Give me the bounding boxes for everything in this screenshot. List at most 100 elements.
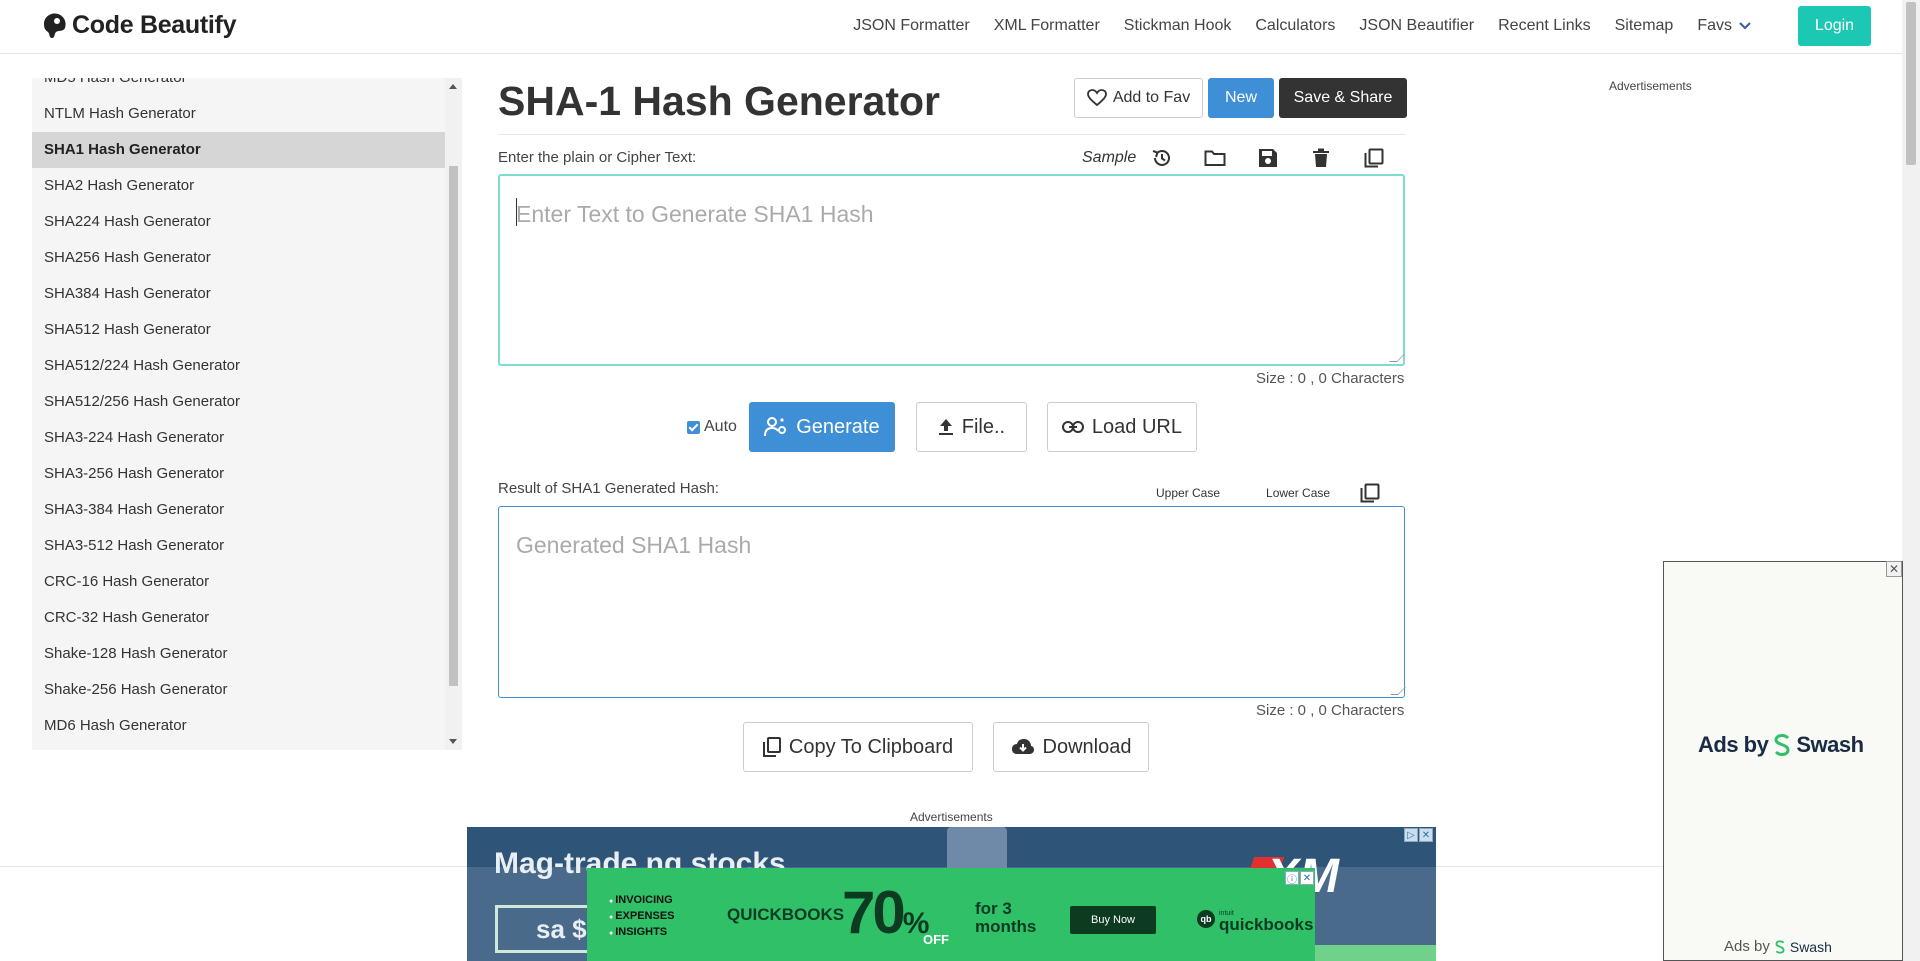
load-url-button[interactable]: Load URL — [1046, 402, 1197, 452]
upper-case-button[interactable]: Upper Case — [1156, 486, 1220, 500]
folder-icon[interactable] — [1203, 146, 1227, 170]
input-textarea[interactable]: Enter Text to Generate SHA1 Hash — [498, 174, 1405, 366]
lower-case-button[interactable]: Lower Case — [1266, 486, 1330, 500]
sidebar-item-sha3-384[interactable]: SHA3-384 Hash Generator — [32, 492, 445, 528]
quickbooks-logo-icon: qb — [1197, 910, 1215, 928]
logo[interactable]: Code Beautify — [40, 10, 236, 40]
generate-label: Generate — [796, 415, 880, 438]
ad-info-icon[interactable]: ⓘ — [1285, 871, 1299, 886]
advertisements-label: Advertisements — [910, 810, 993, 824]
nav-link-xml-formatter[interactable]: XML Formatter — [994, 17, 1100, 35]
copy-icon[interactable] — [1362, 146, 1386, 170]
scroll-down-arrow-icon[interactable] — [449, 739, 457, 744]
swash-ads-by: Ads by — [1724, 938, 1770, 955]
scroll-up-arrow-icon[interactable] — [449, 84, 457, 89]
add-to-fav-button[interactable]: Add to Fav — [1074, 78, 1203, 118]
sidebar-item-sha2[interactable]: SHA2 Hash Generator — [32, 168, 445, 204]
sidebar-item-sha384[interactable]: SHA384 Hash Generator — [32, 276, 445, 312]
output-actions: Copy To Clipboard Download — [743, 722, 1149, 772]
sidebar-item-ntlm[interactable]: NTLM Hash Generator — [32, 96, 445, 132]
nav-link-calculators[interactable]: Calculators — [1255, 17, 1335, 35]
sidebar-item-crc32[interactable]: CRC-32 Hash Generator — [32, 600, 445, 636]
sidebar-item-sha224[interactable]: SHA224 Hash Generator — [32, 204, 445, 240]
sidebar-list: MD5 Hash Generator NTLM Hash Generator S… — [32, 78, 445, 744]
sidebar-scrollbar[interactable] — [445, 78, 462, 750]
quickbooks-logo: qb intuit quickbooks — [1197, 908, 1313, 933]
load-url-label: Load URL — [1091, 415, 1182, 438]
checkbox-checked-icon[interactable] — [687, 420, 700, 434]
copy-result-icon[interactable] — [1360, 483, 1380, 503]
sidebar-item-sha512-256[interactable]: SHA512/256 Hash Generator — [32, 384, 445, 420]
swash-ad-footer: Ads by Swash — [1724, 938, 1832, 955]
sidebar-item-crc16[interactable]: CRC-16 Hash Generator — [32, 564, 445, 600]
page-scrollbar-thumb[interactable] — [1906, 2, 1916, 165]
logo-icon — [44, 13, 66, 38]
sidebar-scrollbar-thumb[interactable] — [449, 166, 458, 686]
ad-bullet: EXPENSES — [609, 909, 674, 925]
sidebar-item-shake256[interactable]: Shake-256 Hash Generator — [32, 672, 445, 708]
new-button[interactable]: New — [1208, 78, 1274, 118]
ad-controls: ▷ ✕ — [1404, 828, 1433, 842]
sidebar-item-sha3-224[interactable]: SHA3-224 Hash Generator — [32, 420, 445, 456]
sidebar-item-sha3-256[interactable]: SHA3-256 Hash Generator — [32, 456, 445, 492]
add-to-fav-label: Add to Fav — [1112, 89, 1191, 106]
trash-icon[interactable] — [1309, 146, 1333, 170]
swash-logo-icon — [1775, 939, 1785, 954]
sidebar-item-sha512[interactable]: SHA512 Hash Generator — [32, 312, 445, 348]
case-toolbar: Upper Case Lower Case — [1156, 483, 1380, 503]
ad-percent-value: 70 — [842, 879, 906, 946]
sidebar-item-md6[interactable]: MD6 Hash Generator — [32, 708, 445, 744]
ad-phone-image — [947, 827, 1007, 873]
generate-button[interactable]: Generate — [748, 402, 895, 452]
chevron-down-icon — [1739, 22, 1751, 30]
swash-brand: Swash — [1796, 732, 1864, 757]
sidebar-item-sha3-512[interactable]: SHA3-512 Hash Generator — [32, 528, 445, 564]
link-icon — [1061, 421, 1084, 433]
login-button[interactable]: Login — [1798, 6, 1871, 46]
ad-close-icon[interactable]: ✕ — [1419, 828, 1433, 842]
sidebar-item-sha1[interactable]: SHA1 Hash Generator — [32, 132, 445, 168]
file-button[interactable]: File.. — [915, 402, 1027, 452]
favs-label: Favs — [1697, 17, 1732, 34]
copy-to-clipboard-button[interactable]: Copy To Clipboard — [743, 722, 973, 772]
download-button[interactable]: Download — [993, 722, 1149, 772]
file-label: File.. — [961, 415, 1006, 438]
swash-ad[interactable]: Ads by Swash Ads by Swash — [1663, 561, 1903, 961]
quickbooks-wordmark: intuit quickbooks — [1219, 908, 1313, 933]
favs-dropdown[interactable]: Favs — [1697, 17, 1752, 35]
input-placeholder: Enter Text to Generate SHA1 Hash — [516, 201, 874, 227]
swash-ad-main: Ads by Swash — [1698, 732, 1864, 758]
close-icon[interactable]: ✕ — [1886, 561, 1902, 577]
save-share-button[interactable]: Save & Share — [1279, 78, 1407, 118]
auto-checkbox[interactable]: Auto — [687, 418, 737, 436]
output-placeholder: Generated SHA1 Hash — [516, 532, 752, 558]
nav-link-recent-links[interactable]: Recent Links — [1498, 17, 1591, 35]
sidebar-item-sha256[interactable]: SHA256 Hash Generator — [32, 240, 445, 276]
nav-link-json-formatter[interactable]: JSON Formatter — [853, 17, 969, 35]
buy-now-button[interactable]: Buy Now — [1070, 906, 1156, 934]
nav-link-json-beautifier[interactable]: JSON Beautifier — [1359, 17, 1474, 35]
sidebar-item-shake128[interactable]: Shake-128 Hash Generator — [32, 636, 445, 672]
page-scrollbar[interactable] — [1902, 0, 1920, 961]
sample-link[interactable]: Sample — [1082, 149, 1136, 167]
copy-to-clipboard-label: Copy To Clipboard — [788, 735, 954, 758]
save-icon[interactable] — [1256, 146, 1280, 170]
nav-links: JSON Formatter XML Formatter Stickman Ho… — [853, 17, 1752, 35]
sidebar-item-md5[interactable]: MD5 Hash Generator — [32, 78, 445, 96]
resize-handle[interactable] — [1390, 687, 1406, 695]
history-icon[interactable] — [1150, 146, 1174, 170]
download-label: Download — [1042, 735, 1132, 758]
nav-link-sitemap[interactable]: Sitemap — [1615, 17, 1674, 35]
nav-link-stickman-hook[interactable]: Stickman Hook — [1124, 17, 1232, 35]
sidebar-item-sha512-224[interactable]: SHA512/224 Hash Generator — [32, 348, 445, 384]
resize-handle[interactable] — [1389, 354, 1405, 362]
output-textarea[interactable]: Generated SHA1 Hash — [498, 506, 1406, 698]
ad-close-icon[interactable]: ✕ — [1300, 871, 1314, 885]
ad-bullet: INVOICING — [609, 893, 675, 909]
ad-info-icon[interactable]: ▷ — [1404, 828, 1418, 842]
copy-icon — [762, 737, 781, 757]
auto-label: Auto — [704, 418, 737, 435]
quickbooks-ad[interactable]: INVOICING EXPENSES INSIGHTS QUICKBOOKS 7… — [587, 868, 1315, 961]
swash-logo-icon — [1774, 734, 1790, 756]
action-row: Auto Generate File.. Load URL — [687, 402, 1197, 452]
